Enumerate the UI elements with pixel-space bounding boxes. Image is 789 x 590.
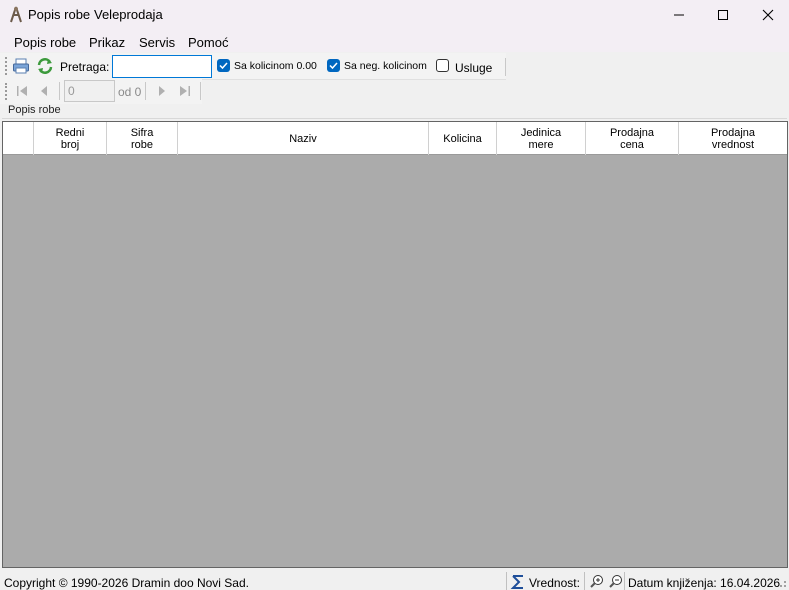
status-separator xyxy=(584,572,585,590)
title-bar: Popis robe Veleprodaja xyxy=(0,0,789,30)
section-divider xyxy=(2,118,787,119)
page-total-label: od 0 xyxy=(118,85,142,99)
checkbox-sa-neg-kolicinom[interactable] xyxy=(327,59,340,72)
navigator-separator xyxy=(200,82,201,100)
vrednost-label: Vrednost: xyxy=(529,576,580,590)
maximize-button[interactable] xyxy=(700,0,746,30)
zoom-in-icon[interactable] xyxy=(589,574,604,589)
column-sifra-robe[interactable]: Sifra robe xyxy=(107,122,178,155)
column-jedinica-mere[interactable]: Jedinica mere xyxy=(497,122,586,155)
maximize-icon xyxy=(718,10,728,20)
window-subtitle: Veleprodaja xyxy=(94,7,163,22)
checkbox-usluge-label[interactable]: Usluge xyxy=(455,61,492,75)
column-redni-broj[interactable]: Redni broj xyxy=(34,122,107,155)
close-button[interactable] xyxy=(745,0,789,30)
navigator-separator xyxy=(145,82,146,100)
column-prodajna-cena[interactable]: Prodajna cena xyxy=(586,122,679,155)
menu-bar: Popis robe Prikaz Servis Pomoć xyxy=(0,30,789,52)
menu-pomoc[interactable]: Pomoć xyxy=(188,35,228,50)
previous-page-icon[interactable] xyxy=(36,82,54,100)
grid-header: Redni broj Sifra robe Naziv Kolicina Jed… xyxy=(3,122,787,155)
column-naziv[interactable]: Naziv xyxy=(178,122,429,155)
data-grid[interactable]: Redni broj Sifra robe Naziv Kolicina Jed… xyxy=(2,121,788,568)
datum-knjizenja: Datum knjiženja: 16.04.2026 xyxy=(628,576,781,590)
print-icon[interactable] xyxy=(12,57,30,75)
toolbar-grip[interactable] xyxy=(5,57,8,75)
status-bar: Copyright © 1990-2026 Dramin doo Novi Sa… xyxy=(0,570,789,590)
minimize-button[interactable] xyxy=(656,0,702,30)
refresh-icon[interactable] xyxy=(36,57,54,75)
next-page-icon[interactable] xyxy=(152,82,170,100)
app-logo-icon xyxy=(10,6,22,23)
search-label: Pretraga: xyxy=(60,60,110,74)
zoom-out-icon[interactable] xyxy=(608,574,623,589)
status-separator xyxy=(624,572,625,590)
window-title: Popis robe xyxy=(28,7,91,22)
toolbar-separator xyxy=(505,58,506,76)
navigator-separator xyxy=(59,82,60,100)
close-icon xyxy=(762,9,774,21)
section-title: Popis robe xyxy=(8,104,61,116)
checkbox-usluge[interactable] xyxy=(436,59,449,72)
copyright-text: Copyright © 1990-2026 Dramin doo Novi Sa… xyxy=(4,576,249,590)
column-prodajna-vrednost[interactable]: Prodajna vrednost xyxy=(679,122,787,155)
checkmark-icon xyxy=(219,62,228,70)
row-header-corner[interactable] xyxy=(3,122,34,155)
sigma-icon xyxy=(510,575,523,589)
checkbox-sa-kolicinom-label[interactable]: Sa kolicinom 0.00 xyxy=(234,60,317,72)
menu-prikaz[interactable]: Prikaz xyxy=(89,35,125,50)
checkmark-icon xyxy=(329,62,338,70)
first-page-icon[interactable] xyxy=(13,82,31,100)
minimize-icon xyxy=(674,14,684,16)
resize-grip-icon[interactable] xyxy=(777,578,787,588)
page-number-input[interactable] xyxy=(64,80,115,102)
menu-popis-robe[interactable]: Popis robe xyxy=(14,35,76,50)
checkbox-sa-kolicinom[interactable] xyxy=(217,59,230,72)
status-separator xyxy=(506,572,507,590)
navigator-grip[interactable] xyxy=(5,83,8,100)
checkbox-sa-neg-kolicinom-label[interactable]: Sa neg. kolicinom xyxy=(344,60,427,72)
column-kolicina[interactable]: Kolicina xyxy=(429,122,497,155)
last-page-icon[interactable] xyxy=(176,82,194,100)
search-input[interactable] xyxy=(112,55,212,78)
menu-servis[interactable]: Servis xyxy=(139,35,175,50)
